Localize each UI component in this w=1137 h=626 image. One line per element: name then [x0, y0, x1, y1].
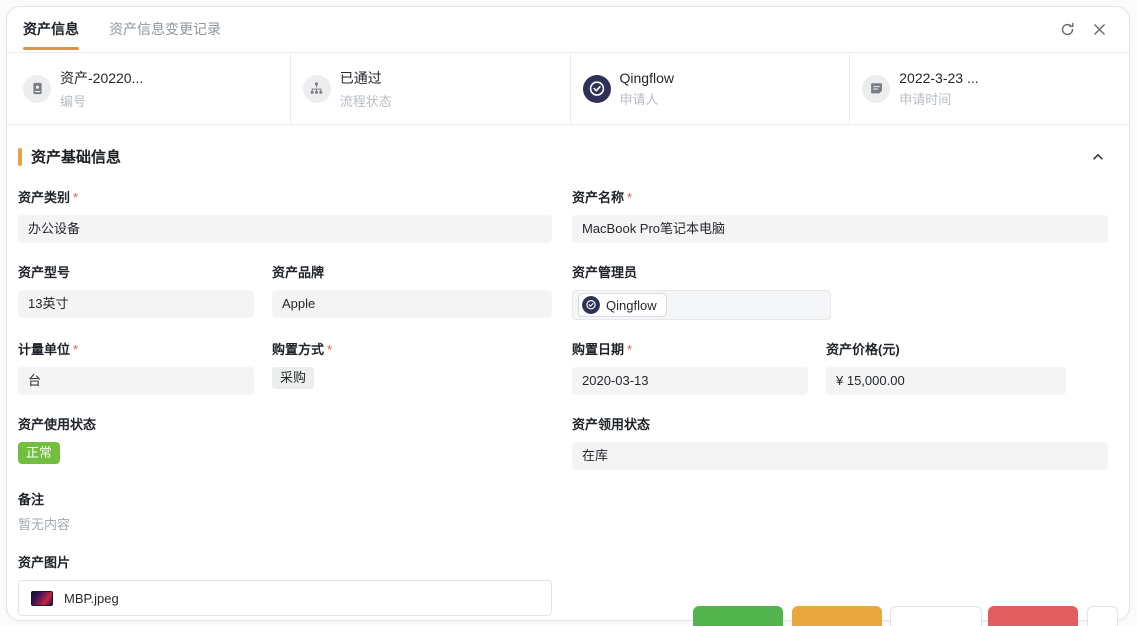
file-name: MBP.jpeg [64, 591, 119, 606]
card-apply-time: 2022-3-23 ... 申请时间 [849, 53, 1129, 124]
required-asterisk: * [73, 342, 78, 357]
asset-category-input[interactable]: 办公设备 [18, 215, 552, 243]
remark-value: 暂无内容 [18, 517, 1117, 533]
asset-number-value: 资产-20220... [60, 68, 143, 88]
member-tag-name: Qingflow [606, 298, 657, 313]
apply-time-label: 申请时间 [899, 89, 978, 108]
field-asset-category: 资产类别* 办公设备 [18, 187, 552, 243]
card-applicant: Qingflow 申请人 [570, 53, 850, 124]
memo-icon [862, 75, 890, 103]
footer-button-red[interactable] [988, 606, 1078, 626]
field-asset-manager: 资产管理员 Qingflow [572, 262, 831, 320]
flow-status-label: 流程状态 [340, 91, 392, 110]
footer-button-green[interactable] [693, 606, 783, 626]
asset-name-input[interactable]: MacBook Pro笔记本电脑 [572, 215, 1108, 243]
unit-input[interactable]: 台 [18, 367, 254, 395]
field-claim-status: 资产领用状态 在库 [572, 414, 1108, 470]
asset-image-label: 资产图片 [18, 552, 1117, 571]
applicant-value: Qingflow [620, 70, 674, 86]
summary-cards: 资产-20220... 编号 已通过 流程状态 [7, 53, 1129, 125]
field-asset-name: 资产名称* MacBook Pro笔记本电脑 [572, 187, 1108, 243]
asset-brand-input[interactable]: Apple [272, 290, 552, 318]
asset-model-input[interactable]: 13英寸 [18, 290, 254, 318]
required-asterisk: * [627, 342, 632, 357]
purchase-date-input[interactable]: 2020-03-13 [572, 367, 808, 395]
file-thumbnail [31, 591, 53, 606]
window-actions [1059, 22, 1107, 38]
apply-time-value: 2022-3-23 ... [899, 70, 978, 86]
chevron-up-icon[interactable] [1091, 150, 1105, 164]
field-asset-price: 资产价格(元) ¥ 15,000.00 [826, 339, 1066, 395]
asset-category-label: 资产类别 [18, 190, 70, 205]
close-icon[interactable] [1091, 22, 1107, 38]
asset-model-label: 资产型号 [18, 262, 254, 281]
tab-asset-info-label: 资产信息 [23, 21, 79, 37]
id-badge-icon [23, 75, 51, 103]
card-flow-status: 已通过 流程状态 [290, 53, 570, 124]
member-avatar [582, 296, 600, 314]
footer-button-more[interactable] [1087, 606, 1118, 626]
asset-number-label: 编号 [60, 91, 143, 110]
applicant-label: 申请人 [620, 89, 674, 108]
purchase-date-label: 购置日期 [572, 342, 624, 357]
field-asset-brand: 资产品牌 Apple [272, 262, 552, 318]
card-asset-number: 资产-20220... 编号 [7, 53, 290, 124]
flow-status-value: 已通过 [340, 68, 392, 88]
asset-manager-label: 资产管理员 [572, 262, 831, 281]
tab-bar: 资产信息 资产信息变更记录 [7, 7, 1129, 53]
section-title: 资产基础信息 [31, 146, 121, 167]
applicant-avatar [583, 75, 611, 103]
footer-button-orange[interactable] [792, 606, 882, 626]
flow-status-icon [303, 75, 331, 103]
usage-status-label: 资产使用状态 [18, 414, 552, 433]
asset-price-label: 资产价格(元) [826, 339, 1066, 358]
unit-label: 计量单位 [18, 342, 70, 357]
asset-price-input[interactable]: ¥ 15,000.00 [826, 367, 1066, 395]
field-purchase-date: 购置日期* 2020-03-13 [572, 339, 808, 395]
usage-status-badge: 正常 [18, 442, 60, 464]
required-asterisk: * [627, 190, 632, 205]
required-asterisk: * [73, 190, 78, 205]
claim-status-input[interactable]: 在库 [572, 442, 1108, 470]
claim-status-label: 资产领用状态 [572, 414, 1108, 433]
section-header: 资产基础信息 [18, 146, 1117, 167]
field-remark: 备注 暂无内容 [18, 489, 1117, 533]
refresh-icon[interactable] [1059, 22, 1075, 38]
tab-asset-info[interactable]: 资产信息 [17, 7, 85, 53]
form-content: 资产基础信息 资产类别* 办公设备 资产名称* MacBook Pro笔记本电脑… [7, 125, 1129, 616]
remark-label: 备注 [18, 489, 1117, 508]
asset-manager-input[interactable]: Qingflow [572, 290, 831, 320]
member-tag[interactable]: Qingflow [578, 293, 667, 317]
asset-detail-modal: 资产信息 资产信息变更记录 [6, 6, 1130, 621]
field-asset-model: 资产型号 13英寸 [18, 262, 254, 318]
section-accent-bar [18, 148, 22, 166]
asset-brand-label: 资产品牌 [272, 262, 552, 281]
active-tab-underline [23, 47, 79, 50]
tab-asset-change-log[interactable]: 资产信息变更记录 [103, 7, 227, 53]
required-asterisk: * [327, 342, 332, 357]
file-item[interactable]: MBP.jpeg [18, 580, 552, 616]
purchase-method-label: 购置方式 [272, 342, 324, 357]
asset-name-label: 资产名称 [572, 190, 624, 205]
footer-button-white[interactable] [890, 606, 982, 626]
field-unit: 计量单位* 台 [18, 339, 254, 395]
field-purchase-method: 购置方式* 采购 [272, 339, 552, 389]
field-usage-status: 资产使用状态 正常 [18, 414, 552, 464]
purchase-method-value-chip: 采购 [272, 367, 314, 389]
tab-asset-change-log-label: 资产信息变更记录 [109, 21, 221, 37]
